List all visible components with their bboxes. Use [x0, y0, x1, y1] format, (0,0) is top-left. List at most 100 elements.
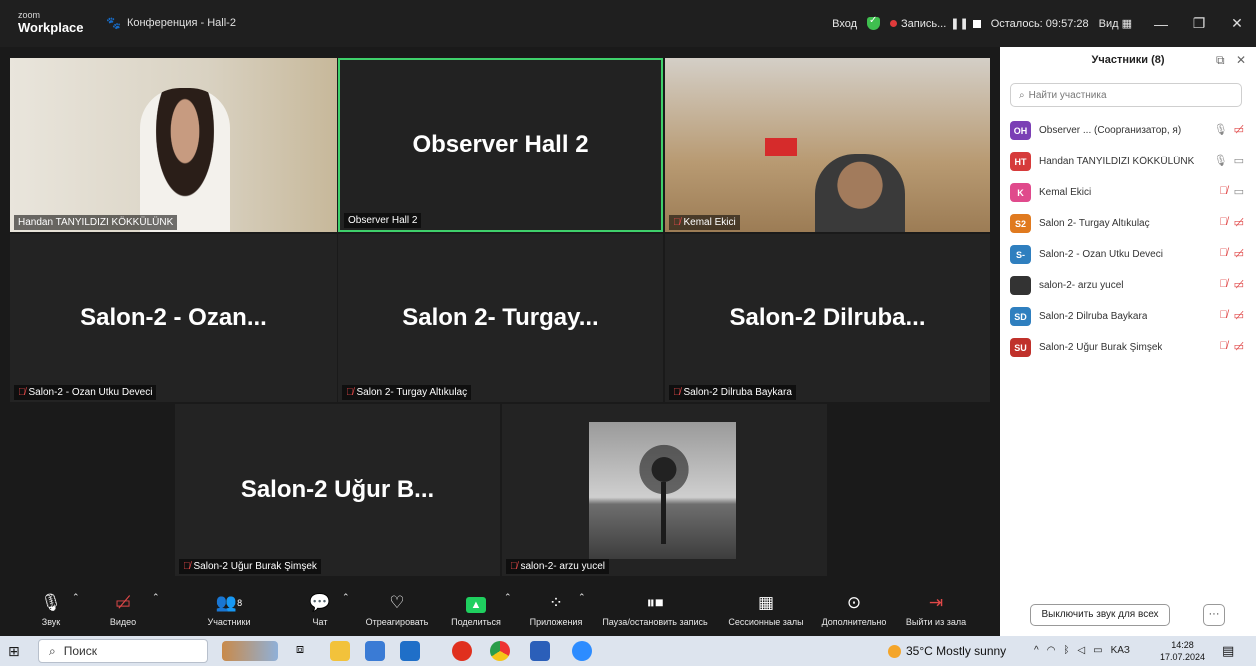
participant-search-input[interactable]: ⌕ Найти участника	[1010, 83, 1242, 107]
opera-icon[interactable]	[452, 641, 472, 661]
mic-muted-icon[interactable]: 🎙̸	[1219, 216, 1227, 229]
audio-options-caret[interactable]: ⌃	[72, 592, 80, 603]
chevron-up-icon[interactable]: ^	[1034, 645, 1039, 656]
camera-off-icon[interactable]: ▭̸	[1234, 123, 1244, 136]
participant-row[interactable]: SU Salon-2 Uğur Burak Şimşek 🎙̸ ▭̸	[1010, 332, 1246, 363]
close-panel-icon[interactable]: ✕	[1236, 53, 1246, 67]
participant-row[interactable]: K Kemal Ekici 🎙̸ ▭	[1010, 177, 1246, 208]
microphone-icon: 🎙	[40, 593, 62, 612]
video-gallery: Handan TANYILDIZI KÖKKÜLÜNK Observer Hal…	[10, 58, 990, 578]
microphone-icon[interactable]: 🎙	[1214, 154, 1228, 167]
pause-stop-recording-button[interactable]: ⏸⏹ Пауза/остановить запись	[596, 592, 714, 627]
pop-out-icon[interactable]: ⧉	[1216, 53, 1225, 67]
close-icon[interactable]: ✕	[1218, 15, 1256, 32]
video-tile-arzu[interactable]: 🎙̸ salon-2- arzu yucel	[502, 404, 827, 576]
search-icon: ⌕	[49, 643, 56, 658]
participant-row[interactable]: salon-2- arzu yucel 🎙̸ ▭̸	[1010, 270, 1246, 301]
video-tile-turgay[interactable]: Salon 2- Turgay... 🎙̸ Salon 2- Turgay Alt…	[338, 234, 663, 402]
security-shield-icon[interactable]	[867, 15, 880, 30]
pause-icon[interactable]: ❚❚	[950, 17, 968, 30]
store-icon[interactable]	[365, 641, 385, 661]
mic-muted-icon: 🎙̸	[673, 387, 681, 398]
panel-more-button[interactable]: ···	[1203, 604, 1225, 626]
participant-row[interactable]: SD Salon-2 Dilruba Baykara 🎙̸ ▭̸	[1010, 301, 1246, 332]
share-options-caret[interactable]: ⌃	[504, 592, 512, 603]
camera-off-icon[interactable]: ▭̸	[1234, 216, 1244, 229]
video-tile-dilruba[interactable]: Salon-2 Dilruba... 🎙̸ Salon-2 Dilruba Bay…	[665, 234, 990, 402]
camera-icon[interactable]: ▭	[1234, 185, 1244, 198]
stop-icon[interactable]	[972, 19, 981, 28]
taskbar-search[interactable]: ⌕ Поиск	[38, 639, 208, 663]
camera-off-icon[interactable]: ▭̸	[1234, 309, 1244, 322]
mic-muted-icon: 🎙̸	[183, 561, 191, 572]
view-button[interactable]: Вид ▦	[1099, 17, 1132, 30]
participant-row[interactable]: OH Observer ... (Соорганизатор, я) 🎙 ▭̸	[1010, 115, 1246, 146]
bluetooth-icon[interactable]: ᛒ	[1063, 645, 1069, 656]
title-bar: zoom Workplace 🐾 Конференция - Hall-2 Вх…	[0, 0, 1256, 47]
mute-all-button[interactable]: Выключить звук для всех	[1030, 604, 1170, 626]
weather-widget[interactable]: 35°C Mostly sunny	[888, 644, 1006, 658]
battery-icon[interactable]: ▭	[1093, 645, 1102, 656]
leave-room-button[interactable]: ⇥ Выйти из зала	[898, 592, 974, 627]
language-indicator[interactable]: KAЗ	[1111, 645, 1130, 656]
tree-avatar-image	[589, 422, 736, 559]
word-icon[interactable]	[530, 641, 550, 661]
video-tile-ugur[interactable]: Salon-2 Uğur B... 🎙̸ Salon-2 Uğur Burak Ş…	[175, 404, 500, 576]
time-remaining: Осталось: 09:57:28	[990, 17, 1089, 30]
participant-row[interactable]: S- Salon-2 - Ozan Utku Deveci 🎙̸ ▭̸	[1010, 239, 1246, 270]
participant-avatar: HT	[1010, 152, 1031, 171]
mic-muted-icon[interactable]: 🎙̸	[1219, 185, 1227, 198]
video-options-caret[interactable]: ⌃	[152, 592, 160, 603]
sun-icon	[888, 644, 901, 658]
task-view-icon[interactable]: ⧈	[290, 641, 310, 661]
more-button[interactable]: ⊙ Дополнительно	[816, 592, 892, 627]
wifi-icon[interactable]: ◠	[1047, 645, 1056, 656]
clock[interactable]: 14:28 17.07.2024	[1160, 639, 1205, 663]
login-link[interactable]: Вход	[832, 18, 857, 30]
chat-options-caret[interactable]: ⌃	[342, 592, 350, 603]
mic-muted-icon: 🎙̸	[673, 217, 681, 228]
video-tile-ozan[interactable]: Salon-2 - Ozan... 🎙̸ Salon-2 - Ozan Utku …	[10, 234, 337, 402]
camera-off-icon[interactable]: ▭̸	[1234, 278, 1244, 291]
video-tile-kemal[interactable]: 🎙̸ Kemal Ekici	[665, 58, 990, 232]
minimize-icon[interactable]: —	[1142, 16, 1180, 32]
participant-row[interactable]: HT Handan TANYILDIZI KÖKKÜLÜNK 🎙 ▭	[1010, 146, 1246, 177]
participant-row[interactable]: S2 Salon 2- Turgay Altıkulaç 🎙̸ ▭̸	[1010, 208, 1246, 239]
mic-muted-icon: 🎙̸	[510, 561, 518, 572]
video-tile-handan[interactable]: Handan TANYILDIZI KÖKKÜLÜNK	[10, 58, 337, 232]
mic-muted-icon[interactable]: 🎙̸	[1219, 309, 1227, 322]
camera-off-icon[interactable]: ▭̸	[1234, 247, 1244, 260]
breakout-rooms-button[interactable]: ▦ Сессионные залы	[724, 592, 808, 627]
widget-thumbnail-icon[interactable]	[222, 641, 278, 661]
more-icon: ⊙	[846, 593, 862, 612]
mic-muted-icon[interactable]: 🎙̸	[1219, 247, 1227, 260]
camera-off-icon[interactable]: ▭̸	[1234, 340, 1244, 353]
apps-options-caret[interactable]: ⌃	[578, 592, 586, 603]
file-explorer-icon[interactable]	[330, 641, 350, 661]
share-button[interactable]: ▲ Поделиться	[448, 592, 504, 627]
notification-icon[interactable]: ▤	[1222, 643, 1234, 659]
chrome-icon[interactable]	[490, 641, 510, 661]
react-button[interactable]: ♡ Отреагировать	[360, 592, 434, 627]
grid-icon: ▦	[1121, 18, 1132, 30]
restore-icon[interactable]: ❐	[1180, 15, 1218, 32]
mic-muted-icon: 🎙̸	[18, 387, 26, 398]
microphone-icon[interactable]: 🎙	[1214, 123, 1228, 136]
mail-icon[interactable]	[400, 641, 420, 661]
camera-icon[interactable]: ▭	[1234, 154, 1244, 167]
zoom-app-icon[interactable]	[572, 641, 592, 661]
audio-button[interactable]: 🎙 Звук	[36, 592, 66, 627]
video-tile-observer[interactable]: Observer Hall 2 Observer Hall 2	[338, 58, 663, 232]
windows-start-icon[interactable]: ⊞	[8, 643, 20, 660]
chat-icon: 💬	[309, 593, 331, 612]
speaker-icon[interactable]: ◁	[1077, 645, 1085, 656]
recording-indicator[interactable]: Запись... ❚❚	[890, 17, 981, 30]
participant-name: Handan TANYILDIZI KÖKKÜLÜNK	[1039, 156, 1195, 167]
chat-button[interactable]: 💬 Чат	[306, 592, 334, 627]
mic-muted-icon[interactable]: 🎙̸	[1219, 340, 1227, 353]
video-button[interactable]: ▭̸ Видео	[106, 592, 140, 627]
heart-icon: ♡	[389, 593, 405, 612]
mic-muted-icon[interactable]: 🎙̸	[1219, 278, 1227, 291]
participants-button[interactable]: 👥8 Участники	[200, 592, 258, 627]
participant-name: salon-2- arzu yucel	[1039, 280, 1124, 291]
